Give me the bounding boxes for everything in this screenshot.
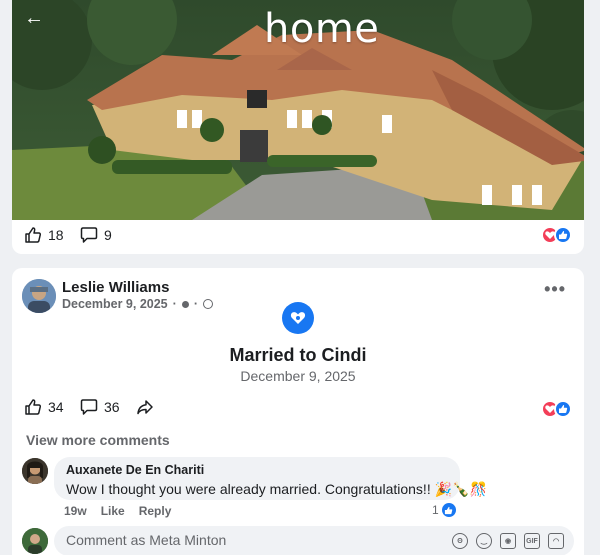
life-event-date: December 9, 2025	[240, 368, 356, 384]
reaction-bar: 18 9	[12, 222, 584, 252]
comment-action[interactable]: 36	[80, 398, 120, 416]
camera-icon[interactable]: ◉	[500, 533, 516, 549]
avatar-sticker-icon[interactable]: ◠	[548, 533, 564, 549]
like-action[interactable]: 18	[24, 226, 64, 244]
author-avatar[interactable]	[22, 279, 56, 313]
view-more-comments-link[interactable]: View more comments	[26, 432, 170, 448]
post-image[interactable]: home ←	[12, 0, 584, 220]
life-event-heart-icon	[282, 302, 314, 334]
comment-actions: 19w Like Reply	[64, 504, 171, 518]
image-overlay-text: home	[264, 6, 380, 52]
comment-icon	[80, 227, 98, 243]
thumbs-up-icon	[25, 227, 42, 243]
life-event-title: Married to Cindi	[229, 345, 367, 365]
comment-bubble: Auxanete De En Chariti Wow I thought you…	[54, 457, 487, 500]
like-count: 34	[48, 399, 64, 415]
comment-reaction-count: 1	[432, 503, 439, 517]
post-meta: December 9, 2025 · ·	[62, 297, 213, 311]
like-count: 18	[48, 227, 64, 243]
emoji-icon[interactable]: ‿	[476, 533, 492, 549]
comment-time[interactable]: 19w	[64, 504, 87, 518]
friends-audience-icon	[181, 300, 189, 308]
post-date[interactable]: December 9, 2025	[62, 297, 168, 311]
current-user-avatar[interactable]	[22, 528, 48, 554]
like-reaction-icon	[440, 502, 457, 518]
comment-action[interactable]: 9	[80, 226, 112, 244]
commenter-name[interactable]: Auxanete De En Chariti	[66, 463, 448, 477]
comment-reply-button[interactable]: Reply	[139, 504, 172, 518]
share-icon	[137, 400, 153, 415]
post-card-life-event: Leslie Williams December 9, 2025 · · •••…	[12, 268, 584, 555]
comment-text: Wow I thought you were already married. …	[66, 481, 487, 497]
comment-reaction[interactable]: 1	[432, 502, 457, 518]
composer-tools: ʘ ‿ ◉ GIF ◠	[452, 533, 564, 549]
reaction-summary[interactable]	[541, 226, 572, 244]
comment-count: 36	[104, 399, 120, 415]
more-options-icon[interactable]: •••	[544, 280, 566, 298]
sticker-icon[interactable]: ʘ	[452, 533, 468, 549]
author-name[interactable]: Leslie Williams	[62, 279, 169, 296]
comment-like-button[interactable]: Like	[101, 504, 125, 518]
comment-icon	[80, 399, 98, 415]
comment-input-placeholder: Comment as Meta Minton	[66, 532, 227, 548]
like-reaction-icon	[554, 400, 572, 418]
back-arrow-icon[interactable]: ←	[24, 8, 46, 30]
comment-input[interactable]: Comment as Meta Minton ʘ ‿ ◉ GIF ◠	[54, 526, 574, 555]
share-action[interactable]	[136, 398, 154, 416]
like-action[interactable]: 34	[24, 398, 64, 416]
commenter-avatar[interactable]	[22, 458, 48, 484]
reaction-summary[interactable]	[541, 400, 572, 418]
globe-icon	[202, 299, 213, 309]
thumbs-up-icon	[25, 399, 42, 415]
post-card-home: home ← 18 9	[12, 0, 584, 254]
like-reaction-icon	[554, 226, 572, 244]
comment-count: 9	[104, 227, 112, 243]
gif-icon[interactable]: GIF	[524, 533, 540, 549]
